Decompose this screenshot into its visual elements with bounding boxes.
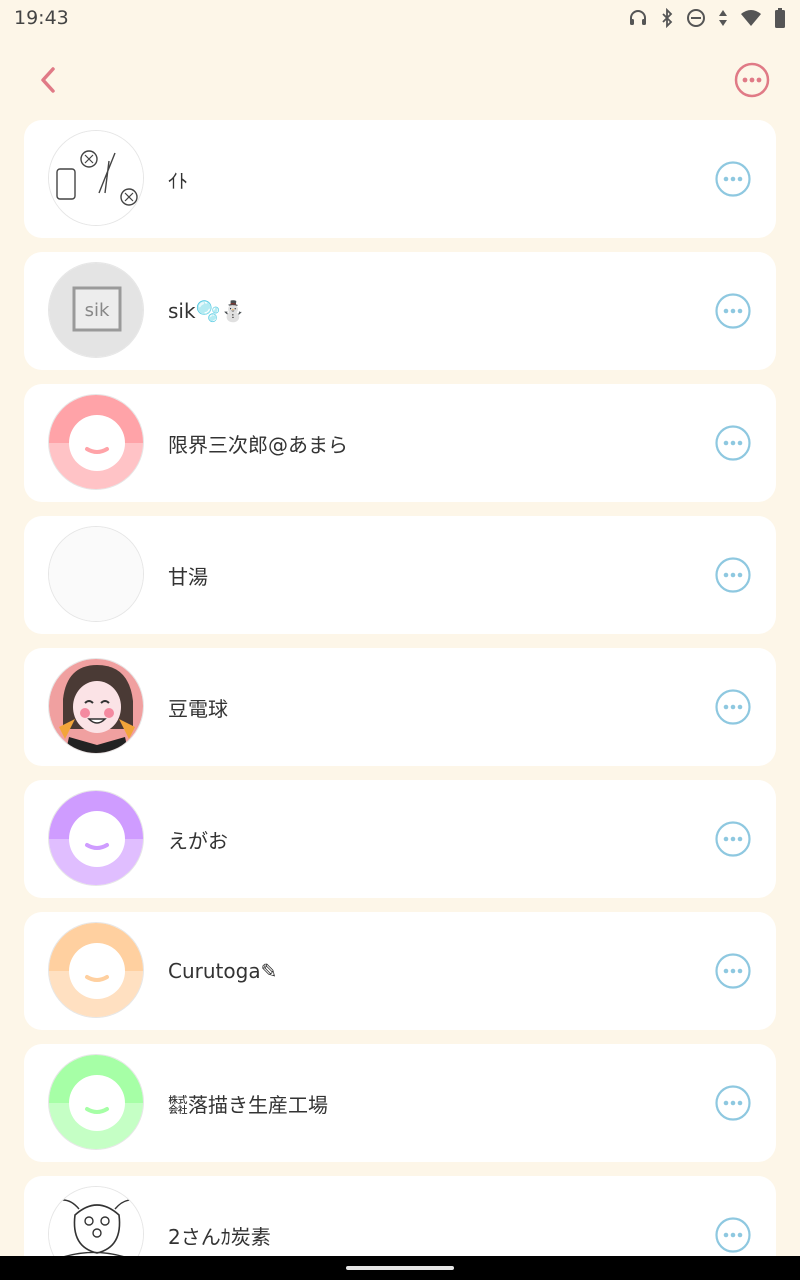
user-name: 限界三次郎@あまら xyxy=(168,432,348,457)
avatar[interactable] xyxy=(48,790,144,886)
app-bar xyxy=(0,50,800,110)
avatar[interactable] xyxy=(48,526,144,622)
user-more-button[interactable] xyxy=(714,556,752,594)
wifi-icon xyxy=(740,8,762,28)
chevron-left-icon xyxy=(41,67,55,93)
more-circle-icon xyxy=(715,1085,751,1121)
user-name: 甘湯 xyxy=(168,564,208,589)
user-card[interactable]: 豆電球 xyxy=(24,648,776,766)
avatar[interactable] xyxy=(48,130,144,226)
more-circle-icon xyxy=(715,161,751,197)
user-name: 豆電球 xyxy=(168,696,228,721)
headphones-icon xyxy=(628,8,648,28)
user-card[interactable]: 限界三次郎@あまら xyxy=(24,384,776,502)
user-name: 2さんｶ炭素 xyxy=(168,1224,271,1249)
user-card[interactable]: sik sik🫧⛄ xyxy=(24,252,776,370)
status-icons xyxy=(628,8,786,28)
user-card[interactable]: Curutoga✎ xyxy=(24,912,776,1030)
user-more-button[interactable] xyxy=(714,160,752,198)
user-name: ㍿落描き生産工場 xyxy=(168,1092,328,1117)
avatar[interactable] xyxy=(48,658,144,754)
user-card[interactable]: ㍿落描き生産工場 xyxy=(24,1044,776,1162)
avatar[interactable]: sik xyxy=(48,262,144,358)
avatar[interactable] xyxy=(48,1054,144,1150)
user-name: Curutoga✎ xyxy=(168,959,278,983)
more-circle-icon xyxy=(734,62,770,98)
avatar[interactable] xyxy=(48,1186,144,1256)
user-more-button[interactable] xyxy=(714,952,752,990)
user-more-button[interactable] xyxy=(714,1084,752,1122)
status-time: 19:43 xyxy=(14,7,69,29)
bluetooth-icon xyxy=(660,8,674,28)
avatar[interactable] xyxy=(48,394,144,490)
data-arrows-icon xyxy=(718,8,728,28)
dnd-icon xyxy=(686,8,706,28)
user-list[interactable]: ｲﾄ sik sik🫧⛄ 限界三次郎@あまら 甘湯 豆電球 えがお Curuto… xyxy=(24,120,776,1256)
user-card[interactable]: 甘湯 xyxy=(24,516,776,634)
more-circle-icon xyxy=(715,953,751,989)
user-more-button[interactable] xyxy=(714,292,752,330)
svg-text:sik: sik xyxy=(85,300,110,321)
user-card[interactable]: えがお xyxy=(24,780,776,898)
user-name: sik🫧⛄ xyxy=(168,299,246,323)
more-circle-icon xyxy=(715,557,751,593)
user-card[interactable]: ｲﾄ xyxy=(24,120,776,238)
user-more-button[interactable] xyxy=(714,820,752,858)
more-circle-icon xyxy=(715,425,751,461)
user-more-button[interactable] xyxy=(714,688,752,726)
user-name: ｲﾄ xyxy=(168,168,188,193)
more-circle-icon xyxy=(715,293,751,329)
back-button[interactable] xyxy=(28,60,68,100)
more-options-button[interactable] xyxy=(732,60,772,100)
avatar[interactable] xyxy=(48,922,144,1018)
more-circle-icon xyxy=(715,689,751,725)
user-card[interactable]: 2さんｶ炭素 xyxy=(24,1176,776,1256)
user-name: えがお xyxy=(168,828,228,853)
navigation-bar xyxy=(0,1256,800,1280)
more-circle-icon xyxy=(715,1217,751,1253)
home-gesture-handle[interactable] xyxy=(346,1266,454,1270)
battery-icon xyxy=(774,8,786,28)
user-more-button[interactable] xyxy=(714,1216,752,1254)
more-circle-icon xyxy=(715,821,751,857)
user-more-button[interactable] xyxy=(714,424,752,462)
status-bar: 19:43 xyxy=(0,0,800,36)
